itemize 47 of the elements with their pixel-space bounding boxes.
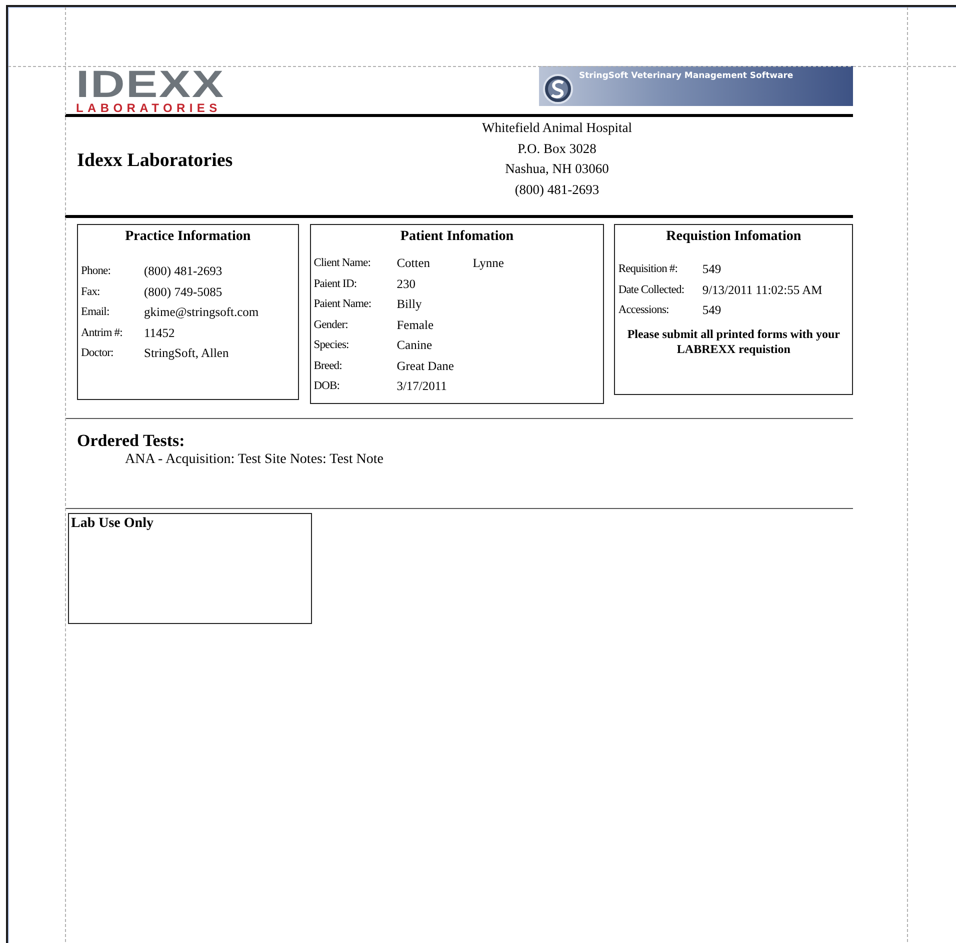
banner-text: StringSoft Veterinary Management Software xyxy=(579,71,794,81)
field-value: Cotten xyxy=(396,255,432,272)
field-label: Paient ID: xyxy=(314,276,358,292)
field-label: Gender: xyxy=(314,318,349,332)
field-value: 11452 xyxy=(144,324,175,342)
field-value: Canine xyxy=(396,337,434,354)
field-label: Fax: xyxy=(81,284,101,300)
panel-title: Patient Infomation xyxy=(399,229,515,245)
field-label: Client Name: xyxy=(314,256,372,271)
field-value: 9/13/2011 11:02:55 AM xyxy=(702,282,822,298)
field-value: 549 xyxy=(702,302,722,319)
field-value: StringSoft, Allen xyxy=(144,345,229,362)
field-label: Accessions: xyxy=(618,303,670,318)
field-value: 549 xyxy=(702,261,722,278)
ordered-test: ANA - Acquisition: Test Site Notes: Test Note xyxy=(124,451,384,469)
field-label: Doctor: xyxy=(81,346,114,361)
field-label: Phone: xyxy=(81,264,112,279)
lab-name: Idexx Laboratories xyxy=(76,150,234,172)
field-value: Lynne xyxy=(472,255,504,272)
field-value: (800) 481-2693 xyxy=(144,263,222,280)
field-label: DOB: xyxy=(314,379,341,394)
logo-wordmark: IDEXX xyxy=(76,69,226,101)
field-label: Email: xyxy=(81,305,110,320)
address-line: Nashua, NH 03060 xyxy=(505,160,609,178)
address-line: Whitefield Animal Hospital xyxy=(482,119,632,137)
field-value: Great Dane xyxy=(396,358,455,374)
field-label: Requisition #: xyxy=(618,262,679,277)
field-value: Female xyxy=(396,316,434,334)
section-title: Ordered Tests: xyxy=(77,431,186,451)
address-line: (800) 481-2693 xyxy=(514,180,600,199)
logo-subtitle: LABORATORIES xyxy=(76,102,222,114)
s-logo-icon xyxy=(543,74,573,104)
field-value: gkime@stringsoft.com xyxy=(144,304,259,321)
field-value: 3/17/2011 xyxy=(396,378,448,395)
field-label: Antrim #: xyxy=(81,326,124,340)
field-label: Paient Name: xyxy=(314,297,372,312)
field-label: Species: xyxy=(314,338,350,353)
address-line: P.O. Box 3028 xyxy=(518,140,596,158)
field-value: (800) 749-5085 xyxy=(144,284,222,300)
field-value: Billy xyxy=(396,296,423,313)
field-label: Breed: xyxy=(314,358,343,374)
panel-title: Practice Information xyxy=(124,229,252,245)
field-value: 230 xyxy=(396,276,416,292)
panel-note: Please submit all printed forms with your LABREXX requistion xyxy=(626,326,841,356)
panel-title: Requistion Infomation xyxy=(665,229,802,245)
field-label: Date Collected: xyxy=(618,282,686,298)
lab-use-title: Lab Use Only xyxy=(71,516,154,531)
